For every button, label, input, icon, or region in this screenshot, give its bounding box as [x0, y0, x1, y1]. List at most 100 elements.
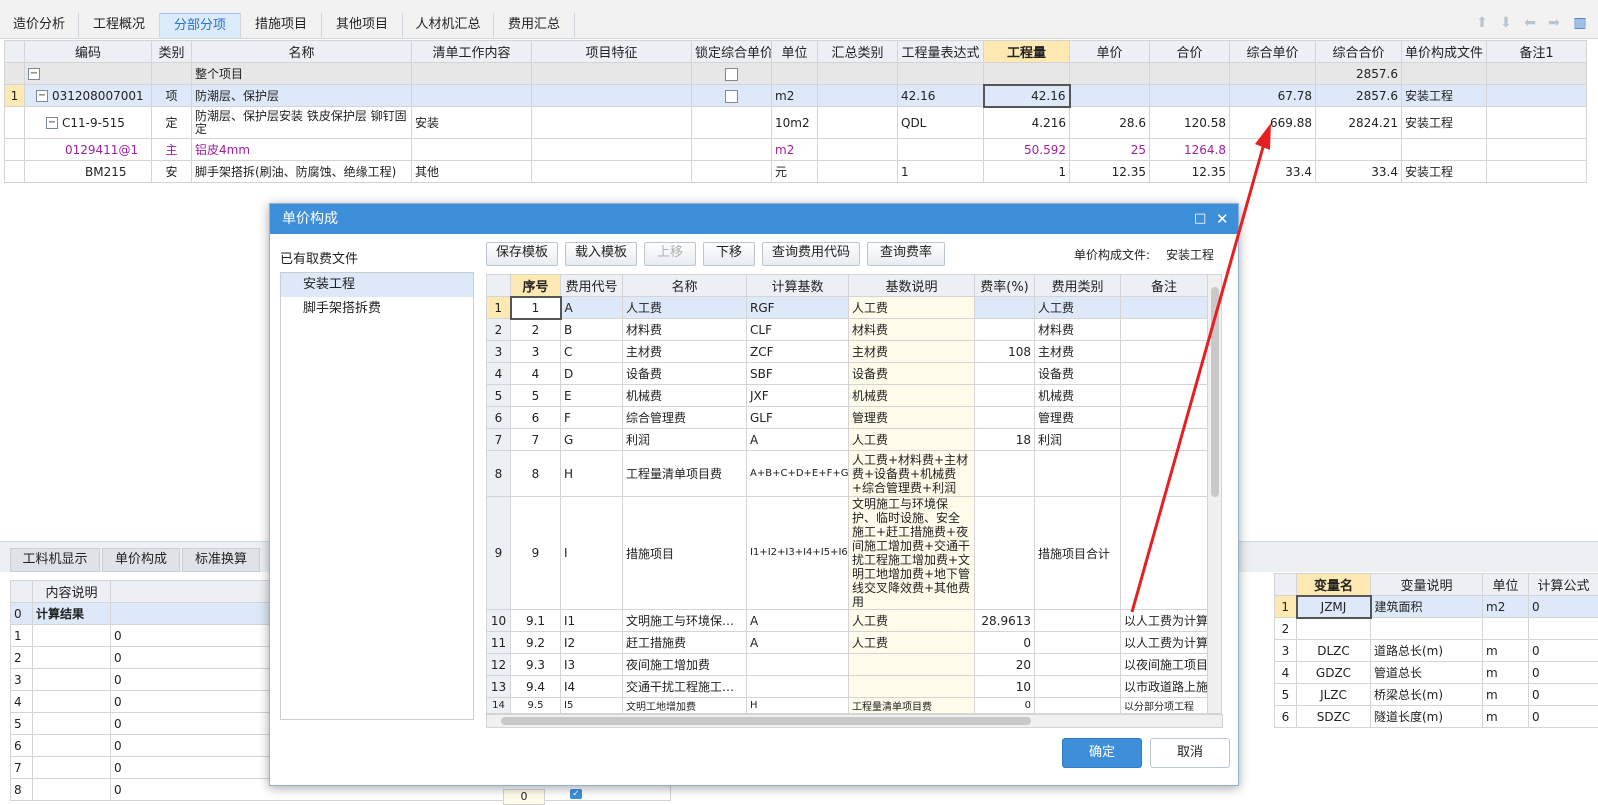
- cell-note[interactable]: 以人工费为计算: [1121, 610, 1208, 632]
- header-type[interactable]: 类别: [152, 41, 192, 63]
- header-work-content[interactable]: 清单工作内容: [412, 41, 532, 63]
- cell-fee-name[interactable]: 主材费: [623, 341, 747, 363]
- cell-price[interactable]: 25: [1070, 139, 1150, 161]
- table-row[interactable]: −C11-9-515 定 防潮层、保护层安装 铁皮保护层 铆钉固定 安装 10m…: [5, 107, 1587, 139]
- cell-var-desc[interactable]: 道路总长(m): [1371, 640, 1483, 662]
- cell-seq[interactable]: 9.4: [511, 676, 561, 698]
- cell-fee-name[interactable]: 利润: [623, 429, 747, 451]
- cell-var-formula[interactable]: 0: [1529, 596, 1598, 618]
- cell-base-desc[interactable]: 人工费: [849, 297, 975, 319]
- cell-rate[interactable]: [975, 451, 1035, 497]
- cell-unit[interactable]: 元: [772, 161, 818, 183]
- cell-base-desc[interactable]: 人工费: [849, 610, 975, 632]
- cell-base-desc[interactable]: [849, 654, 975, 676]
- cell-seq[interactable]: 6: [511, 407, 561, 429]
- tab-measures[interactable]: 措施项目: [241, 13, 322, 37]
- cell-rate[interactable]: 10: [975, 676, 1035, 698]
- cell-calc-base[interactable]: CLF: [747, 319, 849, 341]
- cell-calc-base[interactable]: SBF: [747, 363, 849, 385]
- cell-rate[interactable]: 28.9613: [975, 610, 1035, 632]
- cell-seq[interactable]: 5: [511, 385, 561, 407]
- cell-fee-name[interactable]: 设备费: [623, 363, 747, 385]
- cell-calc-base[interactable]: JXF: [747, 385, 849, 407]
- cell-calc-base[interactable]: I1+I2+I3+I4+I5+I6+I7: [747, 497, 849, 610]
- cell-unit[interactable]: 10m2: [772, 107, 818, 139]
- collapse-icon[interactable]: −: [28, 68, 40, 80]
- cell-summary[interactable]: [818, 85, 898, 107]
- scrollbar-thumb[interactable]: [501, 717, 1031, 725]
- header-amount[interactable]: 合价: [1150, 41, 1230, 63]
- cell-content[interactable]: 安装: [412, 107, 532, 139]
- cell-expr[interactable]: 1: [898, 161, 984, 183]
- cell-var-desc[interactable]: 桥梁总长(m): [1371, 684, 1483, 706]
- cell-fee-category[interactable]: [1035, 632, 1121, 654]
- tab-labor-material-summary[interactable]: 人材机汇总: [403, 13, 494, 37]
- cell-rate[interactable]: 18: [975, 429, 1035, 451]
- cell-fee-category[interactable]: 利润: [1035, 429, 1121, 451]
- scrollbar-thumb[interactable]: [1211, 287, 1219, 497]
- cell-seq[interactable]: 7: [511, 429, 561, 451]
- cell-fee-code[interactable]: A: [561, 297, 623, 319]
- dialog-titlebar[interactable]: 单价构成 □ ✕: [270, 204, 1238, 234]
- cell-fee-code[interactable]: I2: [561, 632, 623, 654]
- header-content-desc[interactable]: 内容说明: [33, 581, 111, 603]
- cell-fee-category[interactable]: 机械费: [1035, 385, 1121, 407]
- cell-var-formula[interactable]: 0: [1529, 684, 1598, 706]
- cell-base-desc[interactable]: 人工费+材料费+主材费+设备费+机械费+综合管理费+利润: [849, 451, 975, 497]
- cell-calc-base[interactable]: A: [747, 429, 849, 451]
- cell-base-desc[interactable]: 管理费: [849, 407, 975, 429]
- cell-seq[interactable]: 8: [511, 451, 561, 497]
- cell-var-formula[interactable]: 0: [1529, 662, 1598, 684]
- cell-note[interactable]: [1121, 429, 1208, 451]
- cell-var-name[interactable]: JZMJ: [1297, 596, 1371, 618]
- cell-seq[interactable]: 3: [511, 341, 561, 363]
- cell-note[interactable]: [1121, 319, 1208, 341]
- cell-fee-name[interactable]: 夜间施工增加费: [623, 654, 747, 676]
- cell-calc-base[interactable]: A+B+C+D+E+F+G: [747, 451, 849, 497]
- move-up-button[interactable]: 上移: [644, 242, 696, 266]
- cell-rate[interactable]: [975, 385, 1035, 407]
- ok-button[interactable]: 确定: [1062, 738, 1142, 768]
- tab-cost-analysis[interactable]: 造价分析: [0, 13, 79, 37]
- cell-var-name[interactable]: SDZC: [1297, 706, 1371, 728]
- cell-remark[interactable]: [1487, 85, 1587, 107]
- cell-var-name[interactable]: JLZC: [1297, 684, 1371, 706]
- cell-seq[interactable]: 9.1: [511, 610, 561, 632]
- cell-qty[interactable]: 1: [984, 161, 1070, 183]
- cell-content[interactable]: [412, 85, 532, 107]
- cell-fee-name[interactable]: 机械费: [623, 385, 747, 407]
- cancel-button[interactable]: 取消: [1150, 738, 1230, 768]
- cell-qty[interactable]: 4.216: [984, 107, 1070, 139]
- cell-seq[interactable]: 9.2: [511, 632, 561, 654]
- header-price-file[interactable]: 单价构成文件: [1402, 41, 1487, 63]
- cell-rate[interactable]: [975, 319, 1035, 341]
- cell-fee-category[interactable]: [1035, 654, 1121, 676]
- cell-rate[interactable]: [975, 497, 1035, 610]
- cell-price[interactable]: 12.35: [1070, 161, 1150, 183]
- cell-var-unit[interactable]: m: [1483, 640, 1529, 662]
- cell-fee-code[interactable]: I5: [561, 698, 623, 714]
- cell-rate[interactable]: [975, 297, 1035, 319]
- cell-base-desc[interactable]: 设备费: [849, 363, 975, 385]
- cell-note[interactable]: [1121, 407, 1208, 429]
- cell-fee-category[interactable]: 人工费: [1035, 297, 1121, 319]
- cell-fee-code[interactable]: H: [561, 451, 623, 497]
- header-unit[interactable]: 单位: [772, 41, 818, 63]
- cell-name[interactable]: 防潮层、保护层安装 铁皮保护层 铆钉固定: [192, 107, 412, 139]
- query-rate-button[interactable]: 查询费率: [867, 242, 945, 266]
- cell-calc-base[interactable]: H: [747, 698, 849, 714]
- cell-var-name[interactable]: GDZC: [1297, 662, 1371, 684]
- header-price[interactable]: 单价: [1070, 41, 1150, 63]
- cell-fee-name[interactable]: 材料费: [623, 319, 747, 341]
- cell-fee-code[interactable]: B: [561, 319, 623, 341]
- query-fee-code-button[interactable]: 查询费用代码: [762, 242, 860, 266]
- cell-var-desc[interactable]: 隧道长度(m): [1371, 706, 1483, 728]
- cell-fee-category[interactable]: 管理费: [1035, 407, 1121, 429]
- header-var-desc[interactable]: 变量说明: [1371, 574, 1483, 596]
- cell-fee-code[interactable]: I1: [561, 610, 623, 632]
- header-lock-price[interactable]: 锁定综合单价: [692, 41, 772, 63]
- cell-qty[interactable]: 42.16: [984, 85, 1070, 107]
- cell-seq[interactable]: 9: [511, 497, 561, 610]
- cell-var-unit[interactable]: m: [1483, 706, 1529, 728]
- lock-checkbox[interactable]: [725, 90, 738, 103]
